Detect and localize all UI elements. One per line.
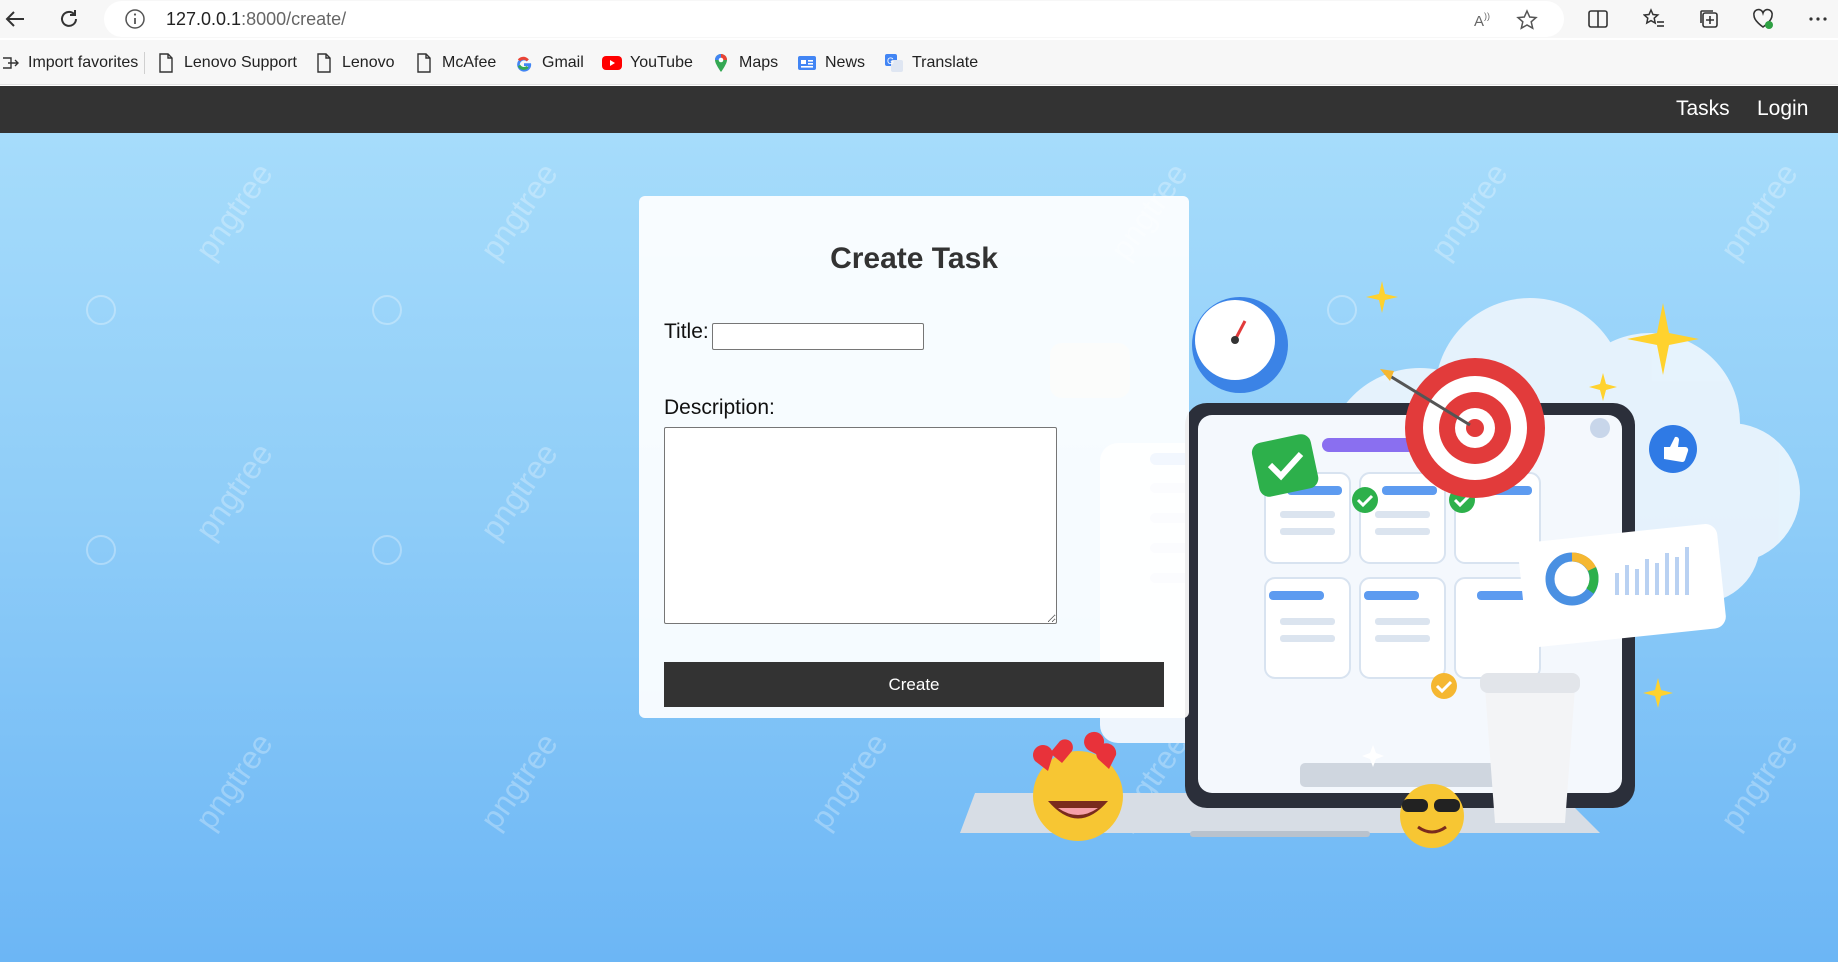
bookmark-label: YouTube (630, 54, 693, 71)
bookmark-label: Lenovo Support (184, 54, 297, 71)
bookmark-import-favorites[interactable]: Import favorites (0, 52, 138, 74)
star-icon[interactable] (1514, 7, 1540, 33)
nav-link-login[interactable]: Login (1757, 97, 1808, 121)
back-arrow-icon[interactable] (2, 6, 28, 32)
translate-icon: G (884, 53, 904, 73)
title-label: Title: (664, 320, 709, 343)
youtube-icon (602, 53, 622, 73)
bookmark-label: Gmail (542, 54, 584, 71)
svg-text:A: A (1474, 13, 1484, 30)
browser-toolbar: 127.0.0.1:8000/create/ A)) (0, 0, 1838, 38)
page-background: pngtree pngtree pngtree pngtree pngtree … (0, 133, 1838, 962)
bookmark-label: Lenovo (342, 54, 395, 71)
page-icon (414, 53, 434, 73)
bookmark-label: Maps (739, 54, 779, 71)
url-path: :8000/create/ (241, 9, 347, 29)
address-bar[interactable]: 127.0.0.1:8000/create/ A)) (104, 1, 1564, 37)
bookmark-label: McAfee (442, 54, 497, 71)
clock-shape (1192, 297, 1288, 393)
site-navbar: Tasks Login (0, 86, 1838, 133)
split-screen-icon[interactable] (1585, 6, 1611, 32)
thumbs-up-shape (1649, 425, 1697, 473)
bookmark-maps[interactable]: Maps (711, 52, 778, 74)
bookmark-label: Import favorites (28, 54, 139, 71)
bookmark-label: Translate (912, 54, 979, 71)
collections-icon[interactable] (1696, 6, 1722, 32)
description-textarea[interactable] (664, 427, 1057, 624)
emoji-sunglasses-shape (1400, 784, 1464, 848)
maps-icon (711, 53, 731, 73)
news-icon (797, 53, 817, 73)
more-options-icon[interactable] (1805, 6, 1831, 32)
reload-icon[interactable] (56, 6, 82, 32)
create-button[interactable]: Create (664, 662, 1164, 707)
title-input[interactable] (712, 323, 924, 350)
bookmark-news[interactable]: News (797, 52, 865, 74)
bookmark-youtube[interactable]: YouTube (602, 52, 693, 74)
read-aloud-icon[interactable]: A)) (1470, 7, 1496, 33)
bookmark-translate[interactable]: G Translate (884, 52, 978, 74)
bookmark-label: News (825, 54, 866, 71)
bookmark-lenovo-support[interactable]: Lenovo Support (156, 52, 297, 74)
page-icon (156, 53, 176, 73)
emoji-love-shape (1033, 731, 1123, 841)
bookmark-separator (144, 52, 145, 74)
svg-text:G: G (887, 56, 894, 66)
coffee-cup-shape (1480, 673, 1580, 823)
favorites-icon[interactable] (1641, 6, 1667, 32)
page-title: Create Task (830, 242, 998, 275)
svg-text:)): )) (1484, 11, 1490, 21)
browser-essentials-icon[interactable] (1750, 6, 1776, 32)
bookmarks-bar: Import favorites Lenovo Support Lenovo M… (0, 40, 1838, 85)
create-task-card: Create Task Title: Description: Create (639, 196, 1189, 718)
page-icon (314, 53, 334, 73)
site-info-icon[interactable] (124, 8, 146, 30)
bookmark-lenovo[interactable]: Lenovo (314, 52, 395, 74)
google-icon (514, 53, 534, 73)
nav-link-tasks[interactable]: Tasks (1676, 97, 1730, 121)
description-label: Description: (664, 396, 775, 419)
chart-panel-shape (1518, 524, 1726, 647)
url-host: 127.0.0.1 (166, 9, 242, 29)
url-text[interactable]: 127.0.0.1:8000/create/ (166, 9, 346, 30)
bookmark-mcafee[interactable]: McAfee (414, 52, 496, 74)
import-icon (0, 53, 20, 73)
bookmark-gmail[interactable]: Gmail (514, 52, 584, 74)
